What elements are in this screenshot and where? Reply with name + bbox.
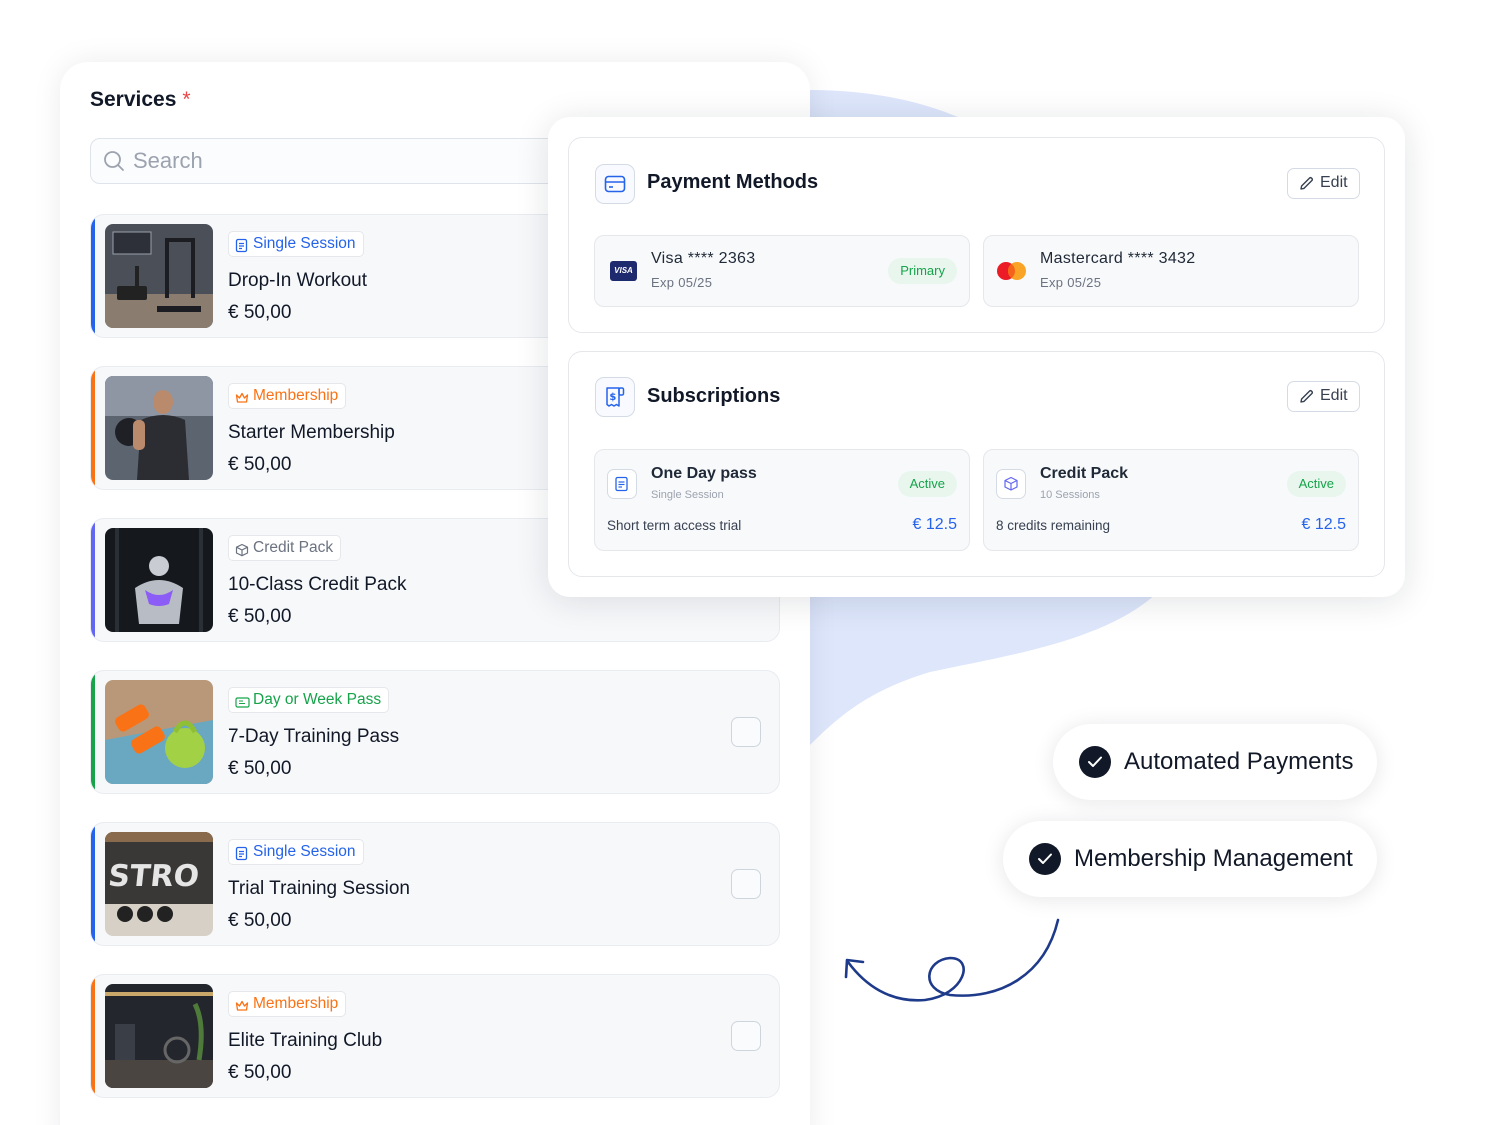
athlete-lifting-photo [105, 376, 213, 480]
service-name: 7-Day Training Pass [228, 726, 400, 747]
card-accent-bar [91, 519, 95, 641]
ticket-icon [235, 693, 250, 717]
feature-label: Automated Payments [1124, 748, 1354, 775]
card-accent-bar [91, 367, 95, 489]
active-badge: Active [897, 471, 957, 497]
select-checkbox[interactable] [731, 717, 761, 747]
service-name: 10-Class Credit Pack [228, 574, 407, 595]
edit-subscriptions-button[interactable]: Edit [1287, 381, 1360, 412]
service-price: € 50,00 [228, 606, 292, 627]
billing-overlay-panel: Payment Methods Edit VISA Visa **** 2363… [548, 117, 1405, 597]
select-checkbox[interactable] [731, 1021, 761, 1051]
service-tag: Credit Pack [228, 535, 342, 561]
service-card-trial-training[interactable]: STRO Single Session Trial Training Sessi… [90, 822, 780, 946]
box-icon [235, 541, 249, 565]
service-tag: Single Session [228, 231, 364, 257]
card-accent-bar [91, 823, 95, 945]
subscription-name: One Day pass [651, 465, 757, 482]
dark-gym-photo [105, 984, 213, 1088]
feature-automated-payments: Automated Payments [1053, 724, 1377, 800]
check-icon [1079, 746, 1111, 778]
feature-label: Membership Management [1074, 845, 1353, 872]
service-price: € 50,00 [228, 1062, 292, 1083]
service-price: € 50,00 [228, 910, 292, 931]
search-input[interactable] [133, 145, 533, 177]
required-asterisk: * [182, 88, 191, 111]
visa-logo-icon: VISA [610, 261, 637, 281]
service-tag-label: Credit Pack [253, 539, 334, 556]
receipt-icon: $ [595, 377, 635, 417]
service-tag: Membership [228, 383, 347, 409]
dumbbells-photo [105, 680, 213, 784]
stay-strong-wall-photo: STRO [105, 832, 213, 936]
subscription-type: Single Session [651, 489, 724, 501]
card-label: Visa **** 2363 [651, 250, 756, 267]
select-checkbox[interactable] [731, 869, 761, 899]
subscription-description: Short term access trial [607, 518, 742, 533]
clipboard-icon [607, 469, 637, 499]
card-icon [595, 164, 635, 204]
subscription-type: 10 Sessions [1040, 489, 1100, 501]
service-tag-label: Membership [253, 387, 339, 404]
edit-label: Edit [1320, 387, 1348, 404]
subscription-name: Credit Pack [1040, 465, 1129, 482]
payment-methods-title: Payment Methods [647, 171, 819, 193]
subscription-card-credit-pack[interactable]: Credit Pack 10 Sessions Active 8 credits… [983, 449, 1359, 551]
service-price: € 50,00 [228, 302, 292, 323]
primary-badge: Primary [888, 258, 957, 284]
service-tag: Single Session [228, 839, 364, 865]
subscriptions-section: $ Subscriptions Edit One Day pass Single… [568, 351, 1385, 577]
service-name: Starter Membership [228, 422, 395, 443]
athlete-back-photo [105, 528, 213, 632]
service-tag-label: Membership [253, 995, 339, 1012]
services-heading: Services * [90, 88, 191, 112]
service-tag-label: Single Session [253, 235, 356, 252]
service-name: Drop-In Workout [228, 270, 368, 291]
services-title: Services [90, 88, 177, 111]
service-price: € 50,00 [228, 454, 292, 475]
mastercard-card-item[interactable]: Mastercard **** 3432 Exp 05/25 [983, 235, 1359, 307]
service-tag: Day or Week Pass [228, 687, 390, 713]
card-label: Mastercard **** 3432 [1040, 250, 1196, 267]
crown-icon [235, 997, 249, 1021]
subscription-price: € 12.5 [1301, 516, 1346, 533]
mastercard-logo-icon [996, 261, 1028, 281]
box-icon [996, 469, 1026, 499]
active-badge: Active [1286, 471, 1346, 497]
service-tag-label: Day or Week Pass [253, 691, 382, 708]
service-tag-label: Single Session [253, 843, 356, 860]
card-accent-bar [91, 671, 95, 793]
subscriptions-title: Subscriptions [647, 385, 781, 407]
crown-icon [235, 389, 249, 413]
clipboard-icon [235, 845, 248, 869]
service-name: Elite Training Club [228, 1030, 383, 1051]
card-accent-bar [91, 215, 95, 337]
search-icon [103, 150, 125, 177]
pencil-icon [1300, 176, 1314, 190]
service-card-7-day-pass[interactable]: Day or Week Pass 7-Day Training Pass € 5… [90, 670, 780, 794]
clipboard-icon [235, 237, 248, 261]
service-card-elite-training-club[interactable]: Membership Elite Training Club € 50,00 [90, 974, 780, 1098]
service-price: € 50,00 [228, 758, 292, 779]
check-icon [1029, 843, 1061, 875]
gym-equipment-photo [105, 224, 213, 328]
svg-text:STRO: STRO [106, 859, 200, 894]
pencil-icon [1300, 389, 1314, 403]
feature-membership-management: Membership Management [1003, 821, 1377, 897]
subscription-card-one-day-pass[interactable]: One Day pass Single Session Active Short… [594, 449, 970, 551]
service-name: Trial Training Session [228, 878, 410, 899]
card-expiry: Exp 05/25 [1040, 275, 1102, 290]
card-expiry: Exp 05/25 [651, 275, 713, 290]
payment-methods-section: Payment Methods Edit VISA Visa **** 2363… [568, 137, 1385, 333]
svg-text:$: $ [609, 392, 616, 403]
edit-label: Edit [1320, 174, 1348, 191]
card-accent-bar [91, 975, 95, 1097]
subscription-description: 8 credits remaining [996, 518, 1111, 533]
service-tag: Membership [228, 991, 347, 1017]
edit-payment-methods-button[interactable]: Edit [1287, 168, 1360, 199]
visa-card-item[interactable]: VISA Visa **** 2363 Exp 05/25 Primary [594, 235, 970, 307]
subscription-price: € 12.5 [912, 516, 957, 533]
